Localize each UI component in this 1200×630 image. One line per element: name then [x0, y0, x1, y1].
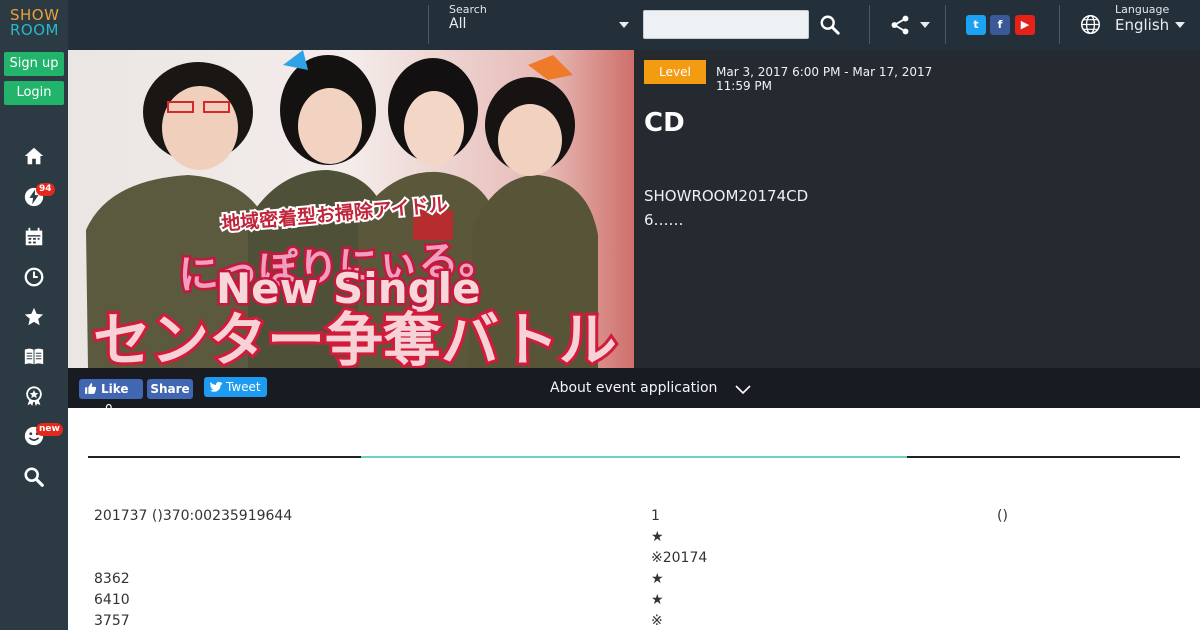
content-text: 3757 [94, 613, 130, 629]
chevron-down-icon [619, 22, 629, 28]
youtube-icon[interactable]: ▶ [1015, 15, 1035, 35]
like-count: 0 [105, 402, 113, 416]
header-divider [1059, 5, 1060, 44]
language-select[interactable]: English [1115, 16, 1169, 34]
sidebar: SHOW ROOM Sign up Login 94 new [0, 0, 68, 630]
facebook-icon[interactable]: f [990, 15, 1010, 35]
event-description-line: 6…… [644, 211, 684, 229]
event-date-range: Mar 3, 2017 6:00 PM - Mar 17, 2017 11:59… [716, 65, 933, 93]
signup-button[interactable]: Sign up [4, 52, 64, 76]
chevron-down-icon[interactable] [735, 381, 751, 397]
about-event-application-toggle[interactable]: About event application [550, 380, 717, 396]
like-label: Like [101, 382, 129, 396]
content-text: ※ [651, 613, 663, 629]
chevron-down-icon[interactable] [1175, 22, 1185, 28]
content-text: 1 [651, 508, 660, 524]
facebook-like-button[interactable]: Like 0 [79, 379, 143, 416]
event-description-line: SHOWROOM20174CD [644, 187, 809, 205]
level-badge: Level [644, 60, 706, 84]
thumbs-up-icon [85, 383, 97, 394]
header-divider [945, 5, 946, 44]
content-text: ★ [651, 529, 664, 545]
content-text: 201737 ()370:00235919644 [94, 508, 293, 524]
twitter-bird-icon [210, 381, 223, 392]
chevron-down-icon[interactable] [920, 22, 930, 28]
header-divider [869, 5, 870, 44]
share-bar: Like 0 Share Tweet About event applicati… [68, 368, 1200, 416]
tweet-label: Tweet [226, 380, 261, 394]
search-category-select[interactable]: All [449, 16, 631, 38]
tweet-button[interactable]: Tweet [204, 377, 267, 397]
calendar-icon[interactable] [23, 226, 45, 248]
event-title: CD [644, 108, 685, 138]
content-text: () [997, 508, 1008, 524]
event-banner-image: 地域密着型お掃除アイドル にっぽりにぃる。 New Single センター争奪バ… [68, 50, 634, 368]
logo-line-2: ROOM [10, 21, 59, 39]
search-category-value: All [449, 16, 467, 32]
facebook-share-button[interactable]: Share [147, 379, 193, 399]
medal-icon[interactable] [23, 385, 45, 407]
notification-badge: 94 [36, 183, 55, 196]
home-icon[interactable] [23, 145, 45, 167]
login-button[interactable]: Login [4, 81, 64, 105]
content-text: 8362 [94, 571, 130, 587]
globe-icon[interactable] [1080, 14, 1101, 35]
star-icon[interactable] [23, 306, 45, 328]
header-divider [428, 5, 429, 44]
idol-group-photo: 地域密着型お掃除アイドル にっぽりにぃる。 New Single センター争奪バ… [86, 50, 620, 368]
active-tab-indicator [361, 456, 907, 458]
share-icon[interactable] [889, 14, 911, 36]
content-text: ※20174 [651, 550, 708, 566]
content-text: 6410 [94, 592, 130, 608]
showroom-logo[interactable]: SHOW ROOM [10, 8, 60, 38]
content-text: ★ [651, 571, 664, 587]
clock-icon[interactable] [23, 266, 45, 288]
twitter-icon[interactable]: t [966, 15, 986, 35]
search-icon[interactable] [819, 14, 841, 36]
banner-battle-title: センター争奪バトル [93, 306, 617, 368]
tab-divider [907, 456, 1180, 458]
event-description: SHOWROOM20174CD 6…… [644, 184, 808, 232]
language-label: Language [1115, 3, 1170, 16]
new-badge: new [36, 423, 63, 436]
search-label: Search [449, 3, 487, 16]
tab-divider [88, 456, 361, 458]
search-input[interactable] [643, 10, 809, 39]
search-icon[interactable] [23, 466, 45, 488]
event-info-panel: Level Mar 3, 2017 6:00 PM - Mar 17, 2017… [634, 50, 1200, 368]
content-text: ★ [651, 592, 664, 608]
book-icon[interactable] [23, 345, 45, 367]
